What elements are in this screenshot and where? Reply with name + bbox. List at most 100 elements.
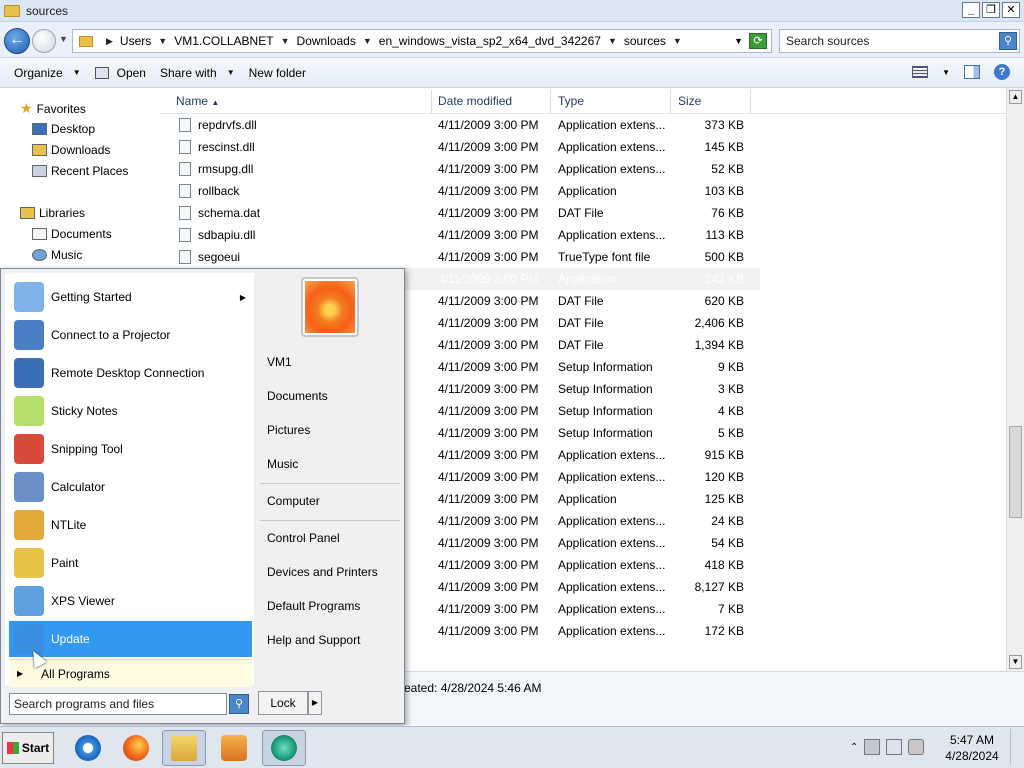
start-item-snipping-tool[interactable]: Snipping Tool [9, 431, 252, 467]
start-link-control-panel[interactable]: Control Panel [267, 531, 340, 545]
search-icon[interactable]: ⚲ [999, 32, 1017, 50]
start-button[interactable]: Start [2, 732, 54, 764]
start-link-computer[interactable]: Computer [267, 494, 320, 508]
internet-explorer-icon [75, 735, 101, 761]
file-size: 3 KB [717, 382, 744, 396]
file-row[interactable]: schema.dat 4/11/2009 3:00 PM DAT File 76 KB [160, 202, 760, 224]
scroll-up-icon[interactable]: ▲ [1009, 90, 1022, 104]
close-button[interactable]: ✕ [1002, 2, 1020, 18]
file-icon [179, 118, 191, 132]
start-item-connect-to-a-projector[interactable]: Connect to a Projector [9, 317, 252, 353]
start-link-music[interactable]: Music [267, 457, 298, 471]
nav-item-downloads[interactable]: Downloads [32, 143, 110, 157]
update-app-icon [271, 735, 297, 761]
file-row[interactable]: rmsupg.dll 4/11/2009 3:00 PM Application e… [160, 158, 760, 180]
address-dropdown[interactable]: ▼ [734, 36, 743, 46]
nav-favorites[interactable]: ★ Favorites [20, 100, 86, 117]
column-header-name[interactable]: Name ▲ [160, 90, 432, 114]
user-picture[interactable] [301, 277, 359, 337]
clock[interactable]: 5:47 AM 4/28/2024 [944, 732, 1000, 764]
start-item-getting-started[interactable]: Getting Started ▶ [9, 279, 252, 315]
preview-pane-icon[interactable] [964, 65, 980, 79]
show-hidden-icons-icon[interactable]: ⌃ [850, 742, 858, 753]
file-row[interactable]: rescinst.dll 4/11/2009 3:00 PM Application… [160, 136, 760, 158]
network-icon[interactable] [886, 739, 903, 755]
taskbar-media-player[interactable] [212, 730, 256, 766]
help-icon[interactable]: ? [994, 64, 1010, 80]
column-header-size[interactable]: Size [671, 90, 751, 114]
start-link-default-programs[interactable]: Default Programs [267, 599, 360, 613]
nav-item-recent-places[interactable]: Recent Places [32, 164, 128, 178]
file-date: 4/11/2009 3:00 PM [438, 470, 539, 484]
show-desktop-button[interactable] [1010, 729, 1022, 765]
address-box[interactable]: ▶ Users ▼ VM1.COLLABNET ▼ Downloads ▼ en_wi… [72, 29, 772, 53]
file-row[interactable]: sdbapiu.dll 4/11/2009 3:00 PM Application … [160, 224, 760, 246]
recent-pages-dropdown[interactable]: ▼ [59, 34, 68, 44]
open-button[interactable]: Open [94, 66, 146, 80]
start-item-remote-desktop-connection[interactable]: Remote Desktop Connection [9, 355, 252, 391]
restore-button[interactable]: ❐ [982, 2, 1000, 18]
nav-libraries[interactable]: Libraries [20, 206, 85, 220]
start-link-devices-and-printers[interactable]: Devices and Printers [267, 565, 378, 579]
file-type: Setup Information [558, 382, 653, 396]
file-date: 4/11/2009 3:00 PM [438, 360, 539, 374]
forward-button[interactable] [32, 29, 56, 53]
vertical-scrollbar[interactable]: ▲ ▼ [1006, 88, 1024, 671]
file-row[interactable]: segoeui 4/11/2009 3:00 PM TrueType font fi… [160, 246, 760, 268]
scroll-down-icon[interactable]: ▼ [1009, 655, 1022, 669]
file-size: 145 KB [704, 140, 744, 154]
taskbar-firefox[interactable] [114, 730, 158, 766]
nav-item-desktop[interactable]: Desktop [32, 122, 95, 136]
file-row[interactable]: repdrvfs.dll 4/11/2009 3:00 PM Application… [160, 114, 760, 136]
column-header-type[interactable]: Type [551, 90, 671, 114]
start-item-xps-viewer[interactable]: XPS Viewer [9, 583, 252, 619]
start-item-paint[interactable]: Paint [9, 545, 252, 581]
start-item-label: NTLite [51, 518, 87, 532]
minimize-button[interactable]: _ [962, 2, 980, 18]
new-folder-button[interactable]: New folder [249, 66, 306, 80]
taskbar-update-app[interactable] [262, 730, 306, 766]
start-link-documents[interactable]: Documents [267, 389, 328, 403]
start-item-sticky-notes[interactable]: Sticky Notes [9, 393, 252, 429]
start-link-vm1[interactable]: VM1 [267, 355, 292, 369]
refresh-icon[interactable]: ⟳ [749, 33, 767, 49]
scroll-thumb[interactable] [1009, 426, 1022, 518]
file-type: Application [558, 272, 617, 286]
start-item-update[interactable]: Update [9, 621, 252, 657]
action-center-icon[interactable] [864, 739, 881, 755]
breadcrumb-users[interactable]: Users ▼ [120, 34, 174, 48]
search-icon[interactable]: ⚲ [229, 694, 249, 714]
start-item-calculator[interactable]: Calculator [9, 469, 252, 505]
all-programs-button[interactable]: ▶ All Programs [9, 659, 252, 687]
nav-item-documents[interactable]: Documents [32, 227, 112, 241]
lock-button[interactable]: Lock [258, 691, 308, 715]
shutdown-options-icon[interactable]: ▶ [308, 691, 322, 715]
breadcrumb-sources[interactable]: sources ▼ [624, 34, 689, 48]
organize-button[interactable]: Organize ▼ [14, 66, 81, 80]
breadcrumb-vista-dvd[interactable]: en_windows_vista_sp2_x64_dvd_342267 ▼ [379, 34, 624, 48]
breadcrumb-vm1[interactable]: VM1.COLLABNET ▼ [174, 34, 296, 48]
start-search-box[interactable] [9, 693, 227, 715]
column-header-date[interactable]: Date modified [432, 90, 551, 114]
volume-icon[interactable] [908, 739, 925, 755]
taskbar-explorer[interactable] [162, 730, 206, 766]
chevron-down-icon[interactable]: ▼ [942, 68, 950, 77]
file-row[interactable]: rollback 4/11/2009 3:00 PM Application 103 … [160, 180, 760, 202]
view-options-icon[interactable] [912, 66, 929, 78]
breadcrumb-downloads[interactable]: Downloads ▼ [296, 34, 378, 48]
start-search-input[interactable] [14, 695, 224, 713]
nav-item-music[interactable]: Music [32, 248, 82, 262]
file-date: 4/11/2009 3:00 PM [438, 624, 539, 638]
search-box[interactable]: ⚲ [779, 29, 1020, 53]
file-date: 4/11/2009 3:00 PM [438, 536, 539, 550]
back-button[interactable]: ← [4, 28, 30, 54]
search-input[interactable] [786, 31, 996, 51]
start-link-help-and-support[interactable]: Help and Support [267, 633, 360, 647]
file-size: 103 KB [704, 184, 744, 198]
taskbar-internet-explorer[interactable] [66, 730, 110, 766]
start-item-ntlite[interactable]: NTLite [9, 507, 252, 543]
start-link-pictures[interactable]: Pictures [267, 423, 310, 437]
chevron-right-icon[interactable]: ▶ [106, 36, 113, 47]
share-with-button[interactable]: Share with ▼ [160, 66, 235, 80]
file-type: DAT File [558, 294, 604, 308]
